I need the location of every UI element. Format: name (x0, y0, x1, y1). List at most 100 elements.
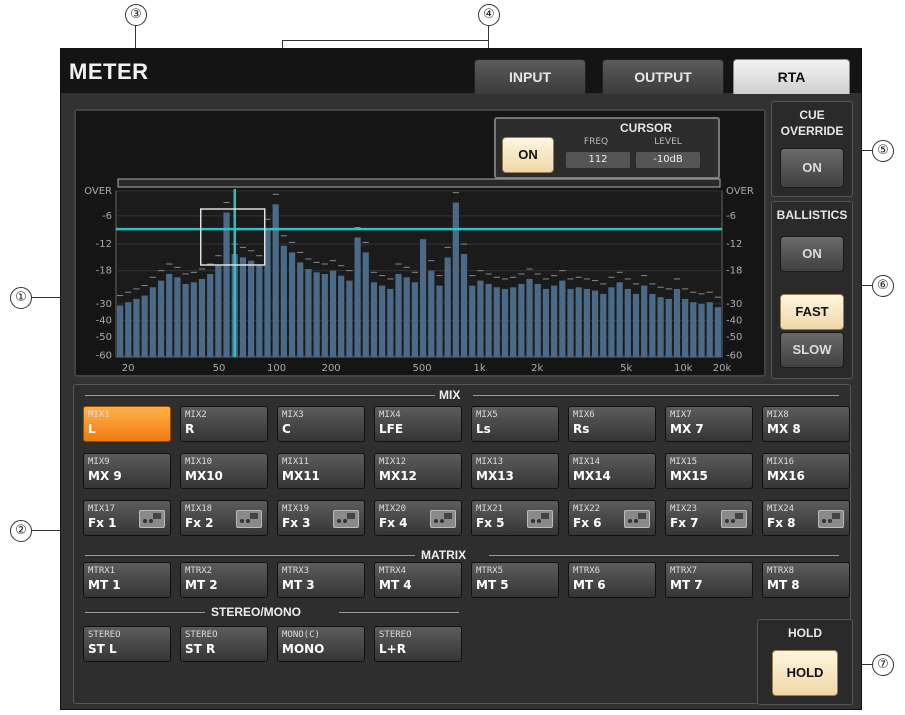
channel-button-mix11[interactable]: MIX11 MX11 (277, 453, 365, 489)
rta-bar (641, 285, 648, 357)
x-tick-label: 20 (122, 363, 135, 374)
channel-button-mix17[interactable]: MIX17 Fx 1 (83, 500, 171, 536)
channel-name-label: Rs (573, 422, 590, 436)
channel-button-mix4[interactable]: MIX4 LFE (374, 406, 462, 442)
channel-name-label: MT 2 (185, 578, 218, 592)
channel-button-mix13[interactable]: MIX13 MX13 (471, 453, 559, 489)
channel-button-mix2[interactable]: MIX2 R (180, 406, 268, 442)
rta-graph[interactable]: OVER OVER -6 -6 -12 -12 -18 -18 -30 -30 -40 -40 -50 -… (76, 111, 764, 375)
channel-button-mtrx6[interactable]: MTRX6 MT 6 (568, 562, 656, 598)
channel-button-mtrx4[interactable]: MTRX4 MT 4 (374, 562, 462, 598)
channel-button-monoc[interactable]: MONO(C) MONO (277, 626, 365, 662)
hold-button[interactable]: HOLD (772, 650, 838, 696)
channel-button-mix14[interactable]: MIX14 MX14 (568, 453, 656, 489)
ballistics-slow-button[interactable]: SLOW (780, 332, 844, 368)
channel-button-mix10[interactable]: MIX10 MX10 (180, 453, 268, 489)
channel-button-stereo[interactable]: STEREO ST L (83, 626, 171, 662)
rta-bar (477, 280, 484, 357)
channel-number-label: MTRX8 (767, 566, 795, 576)
ballistics-fast-button[interactable]: FAST (780, 294, 844, 330)
channel-name-label: Fx 8 (767, 516, 796, 530)
channel-button-mix23[interactable]: MIX23 Fx 7 (665, 500, 753, 536)
channel-name-label: Fx 4 (379, 516, 408, 530)
channel-button-mix3[interactable]: MIX3 C (277, 406, 365, 442)
channel-button-mix12[interactable]: MIX12 MX12 (374, 453, 462, 489)
rta-bar (460, 254, 468, 357)
channel-button-mix21[interactable]: MIX21 Fx 5 (471, 500, 559, 536)
rta-bar (551, 285, 558, 357)
channel-number-label: MIX16 (767, 457, 795, 467)
rta-bar (714, 307, 721, 357)
channel-number-label: MTRX1 (88, 566, 116, 576)
channel-button-mix1[interactable]: MIX1 L (83, 406, 171, 442)
mix-divider-left (85, 395, 435, 396)
channel-number-label: MIX4 (379, 410, 401, 420)
channel-number-label: MIX5 (476, 410, 498, 420)
ballistics-title: BALLISTICS (776, 208, 848, 222)
rta-bar (444, 257, 451, 357)
channel-button-mix24[interactable]: MIX24 Fx 8 (762, 500, 850, 536)
channel-name-label: MX12 (379, 469, 417, 483)
channel-button-mtrx3[interactable]: MTRX3 MT 3 (277, 562, 365, 598)
hold-title: HOLD (788, 626, 822, 640)
channel-name-label: L+R (379, 642, 406, 656)
channel-number-label: MIX23 (670, 504, 698, 514)
channel-button-mix20[interactable]: MIX20 Fx 4 (374, 500, 462, 536)
tab-rta[interactable]: RTA (733, 59, 850, 94)
x-tick-label: 20k (713, 363, 732, 374)
y-tick-label-left: -6 (102, 211, 112, 222)
cue-override-title-2: OVERRIDE (780, 124, 844, 138)
rta-bar (354, 237, 361, 357)
channel-button-mtrx2[interactable]: MTRX2 MT 2 (180, 562, 268, 598)
cue-override-on-button[interactable]: ON (780, 148, 844, 188)
y-tick-label-right: -12 (726, 239, 742, 250)
channel-number-label: MIX11 (282, 457, 310, 467)
mix-divider-right (473, 395, 839, 396)
channel-button-mix19[interactable]: MIX19 Fx 3 (277, 500, 365, 536)
rta-bar (665, 298, 672, 357)
channel-button-mix9[interactable]: MIX9 MX 9 (83, 453, 171, 489)
channel-name-label: MX14 (573, 469, 611, 483)
rta-bar (411, 282, 418, 357)
channel-button-mix18[interactable]: MIX18 Fx 2 (180, 500, 268, 536)
channel-button-mtrx1[interactable]: MTRX1 MT 1 (83, 562, 171, 598)
channel-button-mtrx8[interactable]: MTRX8 MT 8 (762, 562, 850, 598)
rta-bar (313, 272, 320, 357)
tab-input[interactable]: INPUT (474, 59, 586, 94)
callout-7: ⑦ (872, 654, 894, 676)
channel-button-mix16[interactable]: MIX16 MX16 (762, 453, 850, 489)
channel-button-mix15[interactable]: MIX15 MX15 (665, 453, 753, 489)
rta-bar (362, 252, 369, 357)
rta-bar (379, 285, 386, 357)
channel-button-mix8[interactable]: MIX8 MX 8 (762, 406, 850, 442)
channel-button-stereo[interactable]: STEREO ST R (180, 626, 268, 662)
rta-bar (280, 245, 287, 357)
rta-bar (239, 257, 247, 357)
channel-name-label: LFE (379, 422, 404, 436)
rta-bar (198, 278, 206, 357)
channel-name-label: MT 4 (379, 578, 412, 592)
y-tick-label-left: -30 (96, 299, 112, 310)
channel-name-label: MT 6 (573, 578, 606, 592)
channel-button-mix7[interactable]: MIX7 MX 7 (665, 406, 753, 442)
ballistics-on-button[interactable]: ON (780, 236, 844, 272)
channel-name-label: Fx 3 (282, 516, 311, 530)
tab-output[interactable]: OUTPUT (602, 59, 724, 94)
matrix-divider-left (85, 555, 415, 556)
channel-number-label: MIX13 (476, 457, 504, 467)
channel-button-mix22[interactable]: MIX22 Fx 6 (568, 500, 656, 536)
channel-button-stereo[interactable]: STEREO L+R (374, 626, 462, 662)
channel-button-mix5[interactable]: MIX5 Ls (471, 406, 559, 442)
channel-button-mix6[interactable]: MIX6 Rs (568, 406, 656, 442)
x-tick-label: 50 (213, 363, 226, 374)
channel-number-label: MIX15 (670, 457, 698, 467)
title-bar: METER INPUT OUTPUT RTA (61, 49, 861, 94)
rta-bar (501, 288, 509, 357)
channel-button-mtrx5[interactable]: MTRX5 MT 5 (471, 562, 559, 598)
rta-bar (452, 202, 459, 357)
channel-button-mtrx7[interactable]: MTRX7 MT 7 (665, 562, 753, 598)
rta-display: CURSOR ON FREQ 112 LEVEL -10dB OVER OVER -… (74, 109, 766, 377)
fx-rack-icon (236, 510, 262, 528)
channel-number-label: STEREO (185, 630, 218, 640)
callout-3: ③ (125, 4, 147, 26)
